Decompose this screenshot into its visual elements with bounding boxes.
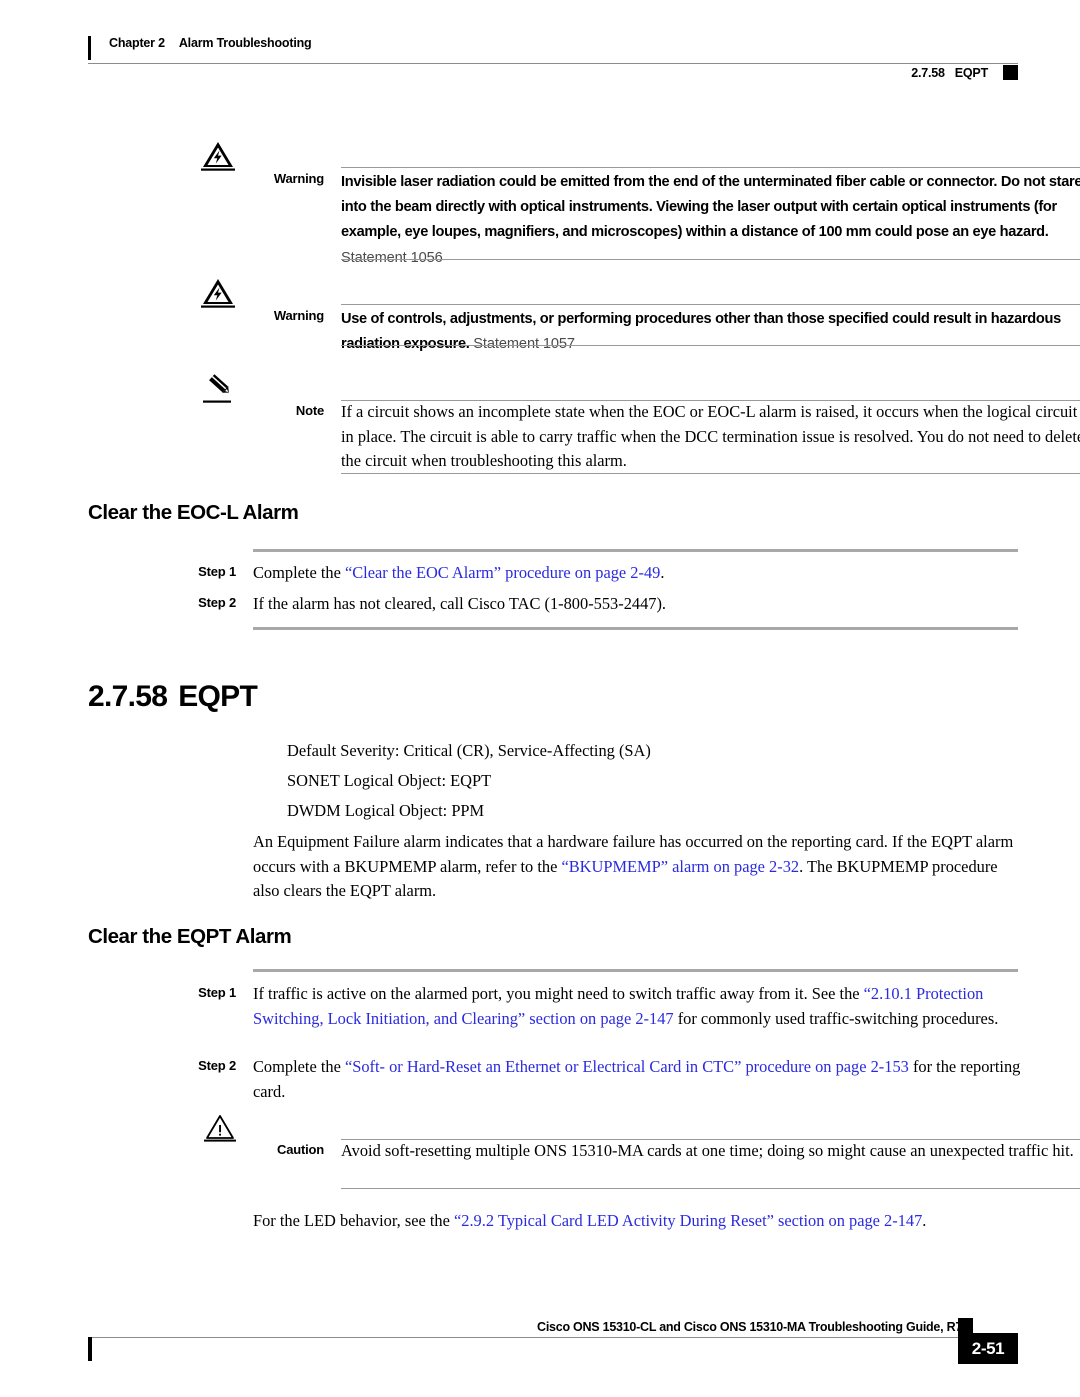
heading-clear-eoc-l-alarm: Clear the EOC-L Alarm	[88, 501, 299, 524]
eqpt-meta-sonet-object: SONET Logical Object: EQPT	[287, 771, 492, 790]
header-chapter-number: Chapter 2	[109, 36, 165, 50]
document-page: Chapter 2 Alarm Troubleshooting 2.7.58 EQP…	[0, 0, 1080, 1397]
step-2-eqpt-pre: Complete the	[253, 1057, 345, 1076]
caution-label: Caution	[277, 1142, 324, 1157]
footer-change-bar	[88, 1337, 92, 1361]
warning-rule-bottom-2	[341, 345, 1080, 346]
caution-rule-bottom	[341, 1188, 1080, 1189]
header-rule	[88, 63, 1018, 64]
caution-triangle-exclamation-icon	[200, 1112, 240, 1144]
page-header: Chapter 2 Alarm Troubleshooting 2.7.58 EQP…	[88, 32, 1018, 80]
step-body-1-eocl: Complete the “Clear the EOC Alarm” proce…	[253, 561, 1021, 586]
header-section-number: 2.7.58	[911, 66, 945, 80]
step-label-1-eqpt: Step 1	[198, 985, 236, 1000]
warning-text-1: Invisible laser radiation could be emitt…	[341, 170, 1080, 271]
header-change-bar	[88, 36, 91, 60]
step-label-2-eocl: Step 2	[198, 595, 236, 610]
note-text: If a circuit shows an incomplete state w…	[341, 402, 1080, 470]
warning-label-1: Warning	[273, 171, 324, 186]
warning-rule-top-1	[341, 167, 1080, 168]
footer-rule	[88, 1337, 960, 1338]
warning-statement-1: Statement 1056	[341, 249, 443, 266]
section-title: EQPT	[178, 680, 258, 713]
heading-section-2-7-58-eqpt: 2.7.58 EQPT	[88, 680, 258, 714]
step-rule-top-eocl	[253, 549, 1018, 552]
page-number-badge: 2-51	[958, 1333, 1018, 1364]
eqpt-description: An Equipment Failure alarm indicates tha…	[253, 830, 1021, 904]
header-marker-square	[1003, 65, 1018, 80]
header-chapter-label: Chapter 2 Alarm Troubleshooting	[109, 36, 312, 50]
footer-guide-title: Cisco ONS 15310-CL and Cisco ONS 15310-M…	[537, 1320, 972, 1334]
step-1-eocl-pre: Complete the	[253, 563, 345, 582]
heading-clear-eqpt-alarm: Clear the EQPT Alarm	[88, 925, 292, 948]
warning-text-1-main: Invisible laser radiation could be emitt…	[341, 174, 1080, 241]
step-1-eqpt-pre: If traffic is active on the alarmed port…	[253, 984, 864, 1003]
link-bkupmemp-alarm[interactable]: “BKUPMEMP” alarm on page 2-32	[561, 857, 799, 876]
link-soft-hard-reset-procedure[interactable]: “Soft- or Hard-Reset an Ethernet or Elec…	[345, 1057, 909, 1076]
warning-triangle-lightning-icon	[198, 277, 238, 309]
section-number: 2.7.58	[88, 680, 168, 713]
warning-rule-top-2	[341, 304, 1080, 305]
step-body-2-eocl: If the alarm has not cleared, call Cisco…	[253, 594, 667, 613]
link-typical-card-led-activity-section[interactable]: “2.9.2 Typical Card LED Activity During …	[454, 1211, 922, 1230]
warning-text-2-main: Use of controls, adjustments, or perform…	[341, 311, 1061, 353]
step-rule-top-eqpt	[253, 969, 1018, 972]
warning-label-2: Warning	[273, 308, 324, 323]
step-label-1-eocl: Step 1	[198, 564, 236, 579]
link-clear-eoc-alarm-procedure[interactable]: “Clear the EOC Alarm” procedure on page …	[345, 563, 660, 582]
note-label: Note	[295, 403, 324, 418]
note-pencil-icon	[200, 372, 240, 404]
step-body-2-eqpt: Complete the “Soft- or Hard-Reset an Eth…	[253, 1055, 1021, 1104]
step-1-eocl-post: .	[660, 563, 665, 582]
step-1-eqpt-post: for commonly used traffic-switching proc…	[673, 1008, 999, 1028]
led-paragraph-post: .	[922, 1211, 927, 1230]
eqpt-meta-dwdm-object: DWDM Logical Object: PPM	[287, 801, 485, 820]
step-body-1-eqpt: If traffic is active on the alarmed port…	[253, 982, 1021, 1031]
warning-text-2: Use of controls, adjustments, or perform…	[341, 307, 1080, 357]
warning-rule-bottom-1	[341, 259, 1080, 260]
note-rule-bottom	[341, 473, 1080, 474]
eqpt-meta-severity: Default Severity: Critical (CR), Service…	[287, 741, 651, 760]
step-rule-bottom-eocl	[253, 627, 1018, 630]
warning-triangle-lightning-icon	[198, 140, 238, 172]
header-section-label: 2.7.58 EQPT	[911, 66, 988, 80]
led-paragraph-pre: For the LED behavior, see the	[253, 1211, 454, 1230]
led-behavior-paragraph: For the LED behavior, see the “2.9.2 Typ…	[253, 1209, 1021, 1234]
footer-marker-square	[958, 1318, 973, 1333]
header-section-title: EQPT	[954, 66, 988, 80]
caution-text: Avoid soft-resetting multiple ONS 15310-…	[341, 1141, 1074, 1160]
step-label-2-eqpt: Step 2	[198, 1058, 236, 1073]
header-chapter-title: Alarm Troubleshooting	[178, 36, 312, 50]
